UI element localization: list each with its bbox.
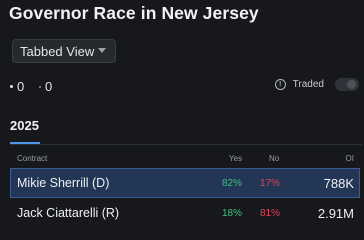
page-title: Governor Race in New Jersey: [9, 3, 259, 23]
view-mode-value: Tabbed View: [20, 43, 95, 59]
counter-value: 0: [45, 79, 53, 94]
column-header-contract: Contract: [17, 154, 48, 163]
column-header-oi: OI: [345, 154, 354, 163]
info-icon[interactable]: !: [274, 79, 286, 90]
table-header: Contract Yes No OI: [10, 147, 360, 168]
position-counter-empty: 0: [39, 79, 52, 94]
no-price: 17%: [260, 178, 281, 189]
open-interest: 2.91M: [317, 206, 354, 221]
traded-filter: ! Traded: [274, 78, 359, 91]
contract-name: Mikie Sherrill (D): [17, 176, 110, 190]
contract-name: Jack Ciattarelli (R): [17, 206, 120, 220]
contracts-table: Contract Yes No OI Mikie Sherrill (D) 82…: [10, 147, 360, 228]
market-page: Governor Race in New Jersey Tabbed View …: [0, 0, 364, 232]
position-counter-filled: 0: [10, 79, 24, 94]
counter-value: 0: [17, 79, 25, 94]
open-interest: 788K: [323, 176, 354, 191]
view-mode-select[interactable]: Tabbed View: [12, 39, 116, 63]
table-row[interactable]: Jack Ciattarelli (R) 18% 81% 2.91M: [10, 198, 360, 228]
tab-divider: [10, 144, 362, 145]
column-header-no: No: [269, 154, 280, 163]
column-header-yes: Yes: [229, 154, 243, 163]
toggle-knob: [347, 80, 356, 89]
tab-2025[interactable]: 2025: [10, 118, 39, 133]
chevron-down-icon: [98, 48, 106, 53]
yes-price: 18%: [222, 208, 243, 219]
filled-dot-icon: [10, 85, 13, 88]
no-price: 81%: [260, 208, 281, 219]
yes-price: 82%: [222, 178, 243, 189]
traded-label: Traded: [292, 79, 324, 90]
table-row[interactable]: Mikie Sherrill (D) 82% 17% 788K: [10, 168, 360, 198]
small-dot-icon: [39, 85, 41, 88]
traded-toggle[interactable]: [335, 78, 359, 91]
